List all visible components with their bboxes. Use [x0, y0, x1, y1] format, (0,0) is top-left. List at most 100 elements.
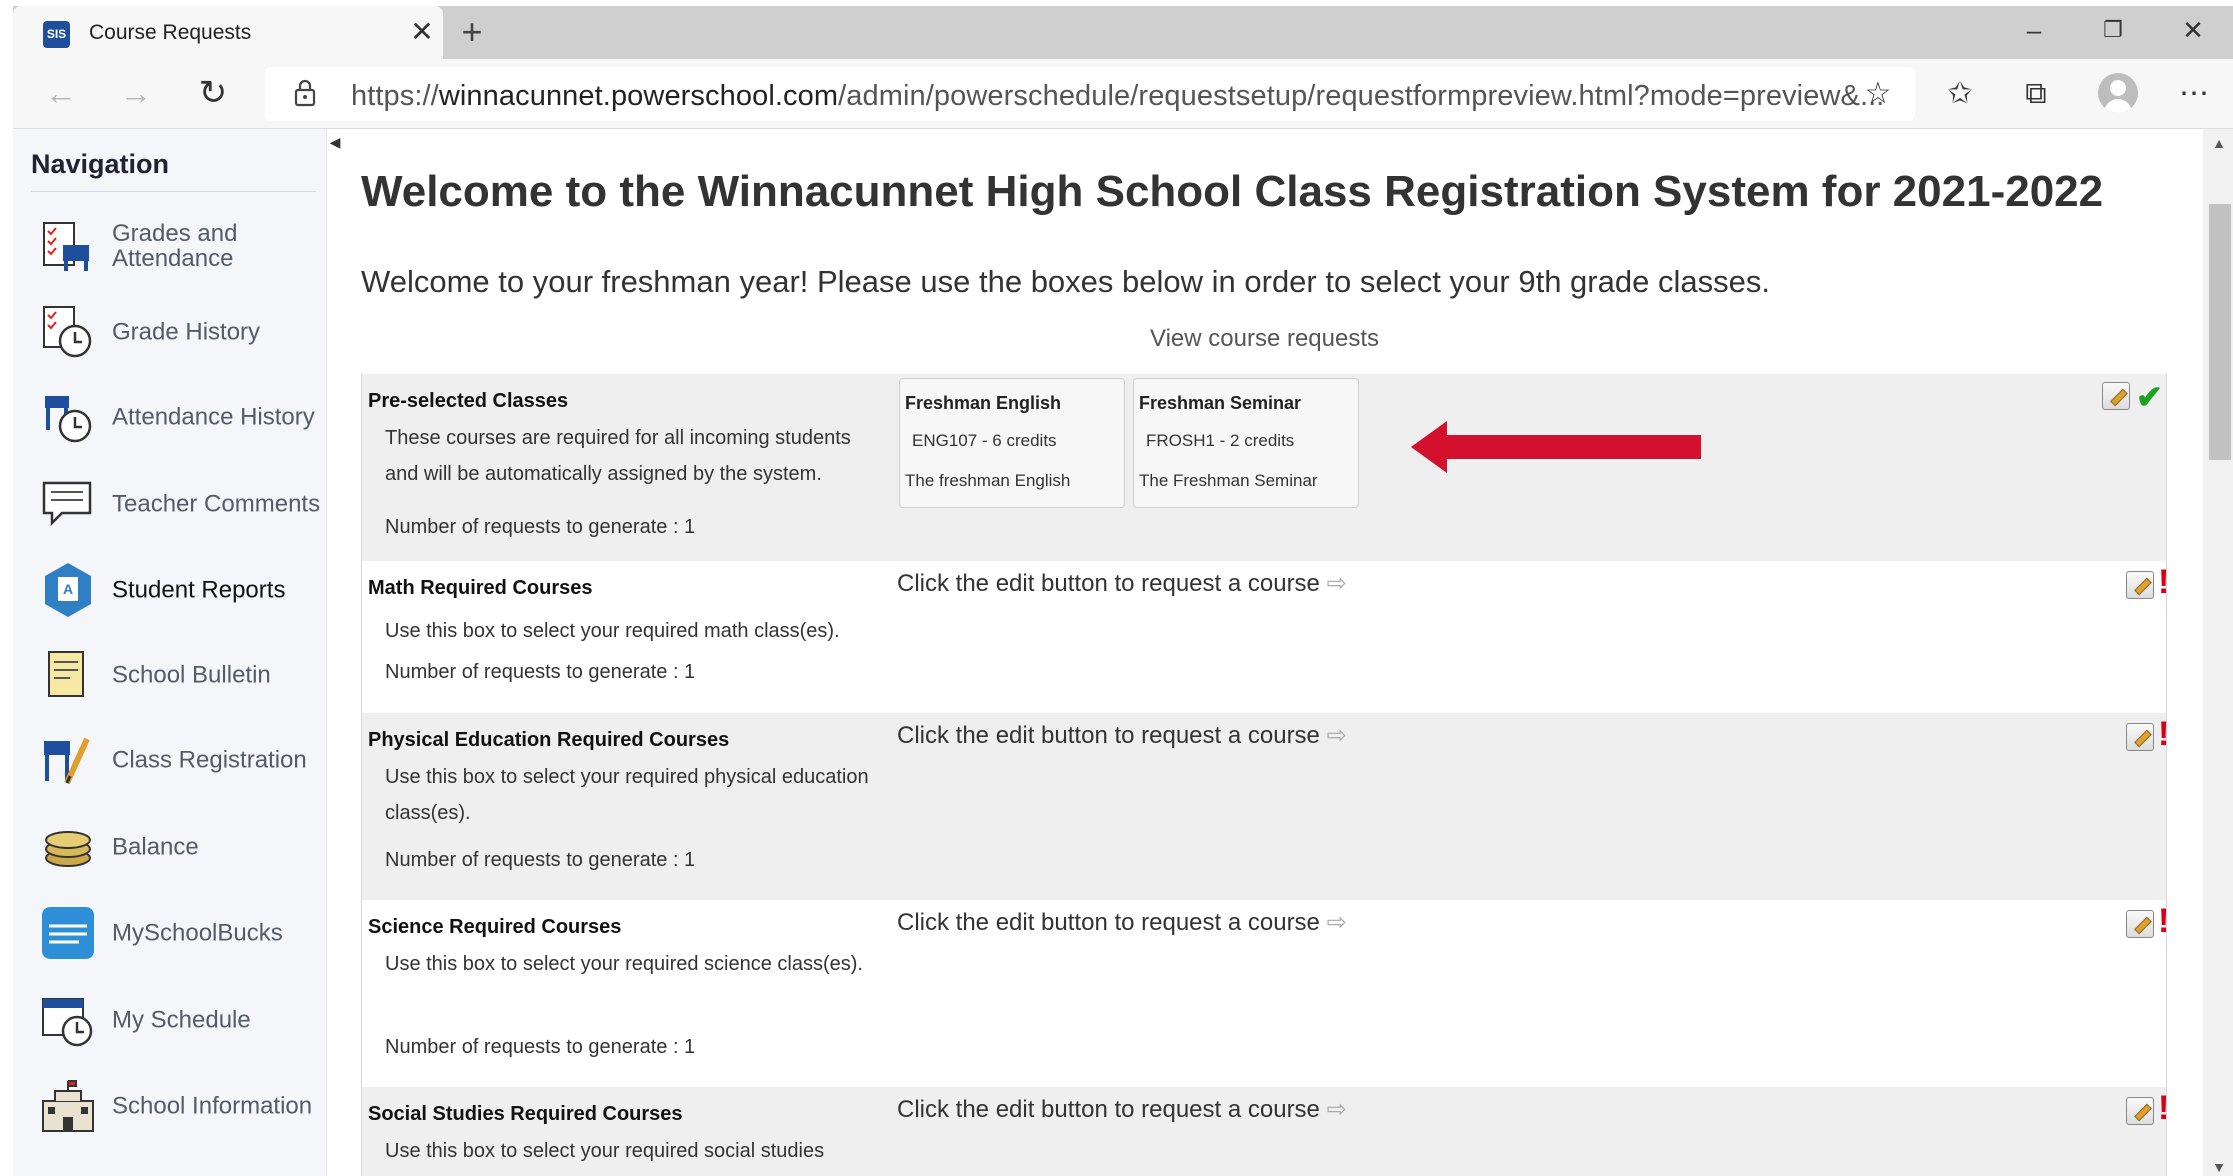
page-scrollbar[interactable]: ▲ ▼ — [2203, 129, 2233, 1176]
nav-label: MySchoolBucks — [112, 919, 283, 947]
sidebar-collapse-icon[interactable]: ◀ — [327, 134, 343, 156]
nav-class-registration[interactable]: Class Registration — [13, 725, 327, 795]
profile-avatar[interactable] — [2098, 73, 2138, 113]
nav-balance[interactable]: Balance — [13, 812, 327, 882]
incomplete-alert-icon: ! — [2158, 902, 2170, 940]
right-arrow-icon: ⇨ — [1326, 909, 1347, 936]
edit-pencil-icon[interactable] — [2126, 1097, 2154, 1125]
section-title: Math Required Courses — [368, 577, 593, 599]
edit-pencil-icon[interactable] — [2126, 723, 2154, 751]
nav-school-information[interactable]: School Information — [13, 1071, 327, 1141]
nav-student-reports[interactable]: A Student Reports — [13, 555, 327, 625]
course-card[interactable]: Freshman English ENG107 - 6 credits The … — [899, 378, 1125, 508]
section-title: Science Required Courses — [368, 916, 622, 938]
section-request-count: Number of requests to generate : 1 — [385, 516, 696, 538]
request-section-physical-education: Physical Education Required Courses Use … — [361, 713, 2170, 900]
minimize-icon[interactable]: – — [2014, 12, 2054, 48]
browser-window: SIS Course Requests ✕ + – ❐ ✕ ← → ↻ http… — [0, 0, 2233, 1176]
nav-label: Class Registration — [112, 746, 307, 774]
request-prompt: Click the edit button to request a cours… — [897, 721, 1347, 750]
navigation-divider — [31, 191, 316, 192]
class-registration-icon — [44, 737, 90, 785]
nav-label: Grades and Attendance — [112, 220, 238, 272]
tab-title: Course Requests — [89, 21, 252, 44]
restore-icon[interactable]: ❐ — [2093, 12, 2133, 48]
forward-arrow-icon[interactable]: → — [116, 73, 156, 113]
grades-attendance-icon — [43, 222, 89, 271]
balance-icon — [45, 831, 91, 867]
nav-label: Grade History — [112, 318, 261, 346]
browser-tab[interactable]: SIS Course Requests ✕ — [13, 6, 443, 59]
nav-label: School Bulletin — [112, 661, 271, 689]
course-card[interactable]: Freshman Seminar FROSH1 - 2 credits The … — [1133, 378, 1359, 508]
request-prompt-text: Click the edit button to request a cours… — [897, 570, 1320, 597]
collections-icon[interactable]: ⧉ — [2015, 73, 2057, 115]
request-prompt: Click the edit button to request a cours… — [897, 908, 1347, 937]
main-content: Welcome to the Winnacunnet High School C… — [343, 129, 2203, 1176]
address-bar[interactable]: https://winnacunnet.powerschool.com/admi… — [265, 67, 1915, 121]
request-prompt-text: Click the edit button to request a cours… — [897, 1096, 1320, 1123]
lock-icon — [294, 79, 316, 107]
nav-label: Teacher Comments — [112, 490, 321, 518]
edit-pencil-icon[interactable] — [2102, 382, 2130, 410]
nav-myschoolbucks[interactable]: MySchoolBucks — [13, 898, 327, 968]
nav-my-schedule[interactable]: My Schedule — [13, 985, 327, 1055]
section-request-count: Number of requests to generate : 1 — [385, 661, 696, 683]
nav-grades-and-attendance[interactable]: Grades and Attendance — [13, 211, 327, 281]
section-description: Use this box to select your required sci… — [385, 953, 863, 975]
new-tab-icon[interactable]: + — [452, 12, 492, 52]
scrollbar-thumb[interactable] — [2209, 204, 2231, 460]
tab-close-icon[interactable]: ✕ — [405, 15, 439, 49]
section-request-count: Number of requests to generate : 1 — [385, 849, 696, 871]
nav-grade-history[interactable]: Grade History — [13, 297, 327, 367]
attendance-history-icon — [45, 396, 92, 443]
course-description: The freshman English — [905, 471, 1071, 490]
myschoolbucks-icon — [42, 907, 94, 959]
window-close-icon[interactable]: ✕ — [2173, 12, 2213, 48]
section-description: These courses are required for all incom… — [385, 427, 851, 485]
nav-teacher-comments[interactable]: Teacher Comments — [13, 469, 327, 539]
request-section-math: Math Required Courses Use this box to se… — [361, 561, 2170, 713]
edit-pencil-icon[interactable] — [2126, 571, 2154, 599]
school-bulletin-icon — [48, 651, 84, 697]
navigation-heading: Navigation — [31, 149, 170, 179]
request-prompt-text: Click the edit button to request a cours… — [897, 909, 1320, 936]
incomplete-alert-icon: ! — [2158, 715, 2170, 753]
section-title: Physical Education Required Courses — [368, 729, 730, 751]
add-favorite-icon[interactable]: ☆ — [1857, 73, 1899, 115]
teacher-comments-icon — [42, 481, 92, 527]
scroll-down-icon[interactable]: ▼ — [2211, 1159, 2227, 1175]
section-title: Social Studies Required Courses — [368, 1103, 683, 1125]
welcome-message: Welcome to your freshman year! Please us… — [361, 264, 1770, 299]
reload-icon[interactable]: ↻ — [193, 73, 233, 113]
back-arrow-icon[interactable]: ← — [41, 73, 81, 113]
url-text[interactable]: https://winnacunnet.powerschool.com/admi… — [351, 80, 1884, 113]
nav-label: My Schedule — [112, 1006, 251, 1034]
view-course-requests-link[interactable]: View course requests — [1150, 325, 1379, 353]
incomplete-alert-icon: ! — [2158, 563, 2170, 601]
school-information-icon — [42, 1080, 94, 1132]
request-prompt: Click the edit button to request a cours… — [897, 569, 1347, 598]
course-code: FROSH1 - 2 credits — [1146, 431, 1295, 450]
browser-toolbar: ← → ↻ https://winnacunnet.powerschool.co… — [13, 59, 2233, 129]
request-prompt-text: Click the edit button to request a cours… — [897, 722, 1320, 749]
favorites-icon[interactable]: ✩ — [1939, 73, 1981, 115]
nav-label: Student Reports — [112, 576, 286, 604]
my-schedule-icon — [42, 998, 93, 1047]
edit-pencil-icon[interactable] — [2126, 910, 2154, 938]
course-name: Freshman English — [905, 393, 1062, 413]
more-menu-icon[interactable]: ⋯ — [2173, 73, 2215, 115]
nav-attendance-history[interactable]: Attendance History — [13, 382, 327, 452]
section-description: Use this box to select your required soc… — [385, 1140, 825, 1162]
svg-text:A: A — [63, 581, 73, 597]
section-request-count: Number of requests to generate : 1 — [385, 1036, 696, 1058]
request-section-social-studies: Social Studies Required Courses Use this… — [361, 1087, 2169, 1176]
right-arrow-icon: ⇨ — [1326, 570, 1347, 597]
section-description: Use this box to select your required mat… — [385, 620, 840, 642]
nav-school-bulletin[interactable]: School Bulletin — [13, 640, 327, 710]
url-path: /admin/powerschedule/requestsetup/reques… — [838, 80, 1885, 112]
url-host: winnacunnet.powerschool.com — [438, 80, 839, 112]
scroll-up-icon[interactable]: ▲ — [2211, 135, 2227, 151]
request-prompt: Click the edit button to request a cours… — [897, 1095, 1347, 1124]
nav-label: Balance — [112, 833, 199, 861]
